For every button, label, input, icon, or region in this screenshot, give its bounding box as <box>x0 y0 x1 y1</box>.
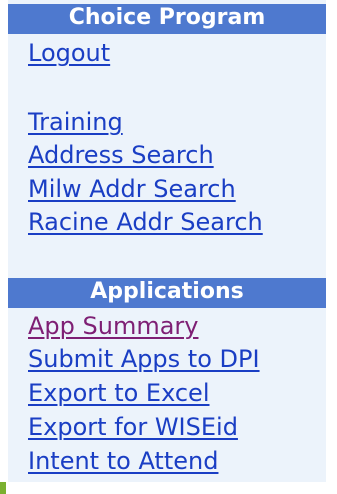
export-to-excel-link[interactable]: Export to Excel <box>28 378 210 408</box>
logout-link[interactable]: Logout <box>28 38 110 68</box>
submit-apps-to-dpi-link[interactable]: Submit Apps to DPI <box>28 344 260 374</box>
applications-header: Applications <box>8 278 326 308</box>
app-summary-link[interactable]: App Summary <box>28 311 199 341</box>
racine-addr-search-link[interactable]: Racine Addr Search <box>28 207 263 237</box>
sidebar-menu: Choice Program Logout Training Address S… <box>8 0 326 482</box>
choice-program-header: Choice Program <box>8 4 326 34</box>
milw-addr-search-link[interactable]: Milw Addr Search <box>28 174 236 204</box>
corner-decoration <box>0 482 6 494</box>
export-for-wiseid-link[interactable]: Export for WISEid <box>28 412 238 442</box>
address-search-link[interactable]: Address Search <box>28 140 214 170</box>
intent-to-attend-link[interactable]: Intent to Attend <box>28 446 218 476</box>
training-link[interactable]: Training <box>28 107 123 137</box>
